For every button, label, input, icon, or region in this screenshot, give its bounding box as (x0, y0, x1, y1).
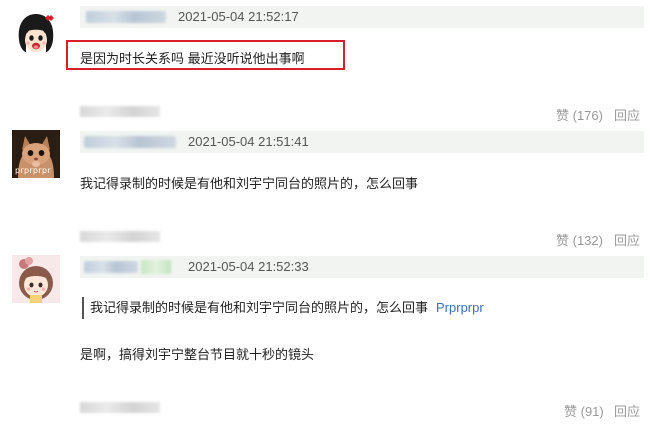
reply-button[interactable]: 回应 (614, 401, 640, 420)
like-button[interactable]: 赞 (91) (564, 401, 604, 420)
comment-text: 我记得录制的时候是有他和刘宇宁同台的照片的，怎么回事 (80, 176, 419, 191)
avatar[interactable] (12, 10, 60, 58)
timestamp: 2021-05-04 21:52:17 (178, 9, 299, 24)
comment-meta-bar: 2021-05-04 21:52:17 (80, 6, 644, 28)
comment-meta-bar: 2021-05-04 21:52:33 (80, 256, 644, 278)
footer-blurred-text (80, 106, 160, 117)
footer-blurred-text (80, 231, 160, 242)
reply-button[interactable]: 回应 (614, 105, 640, 124)
cartoon-girl-avatar-icon (12, 10, 60, 58)
avatar-caption: prprprpr (15, 166, 51, 175)
user-badge-blurred (141, 260, 171, 274)
comment-text: 是因为时长关系吗 最近没听说他出事啊 (80, 51, 305, 66)
comment-meta-bar: 2021-05-04 21:51:41 (80, 131, 644, 153)
avatar[interactable] (12, 255, 60, 303)
anime-girl-avatar-icon (12, 255, 60, 303)
timestamp: 2021-05-04 21:52:33 (188, 259, 309, 274)
footer-blurred-text (80, 402, 160, 413)
quoted-reply: 我记得录制的时候是有他和刘宇宁同台的照片的，怎么回事 Prprprpr (82, 297, 484, 319)
avatar[interactable]: prprprpr (12, 130, 60, 178)
username-blurred[interactable] (84, 136, 176, 148)
comment-text: 是啊，搞得刘宇宁整台节目就十秒的镜头 (80, 347, 315, 362)
like-button[interactable]: 赞 (176) (556, 105, 603, 124)
quoted-text: 我记得录制的时候是有他和刘宇宁同台的照片的，怎么回事 (90, 300, 429, 315)
username-blurred[interactable] (86, 11, 166, 23)
reply-button[interactable]: 回应 (614, 230, 640, 249)
timestamp: 2021-05-04 21:51:41 (188, 134, 309, 149)
like-button[interactable]: 赞 (132) (556, 230, 603, 249)
quoted-author-link[interactable]: Prprprpr (436, 300, 484, 315)
username-blurred[interactable] (84, 261, 138, 273)
